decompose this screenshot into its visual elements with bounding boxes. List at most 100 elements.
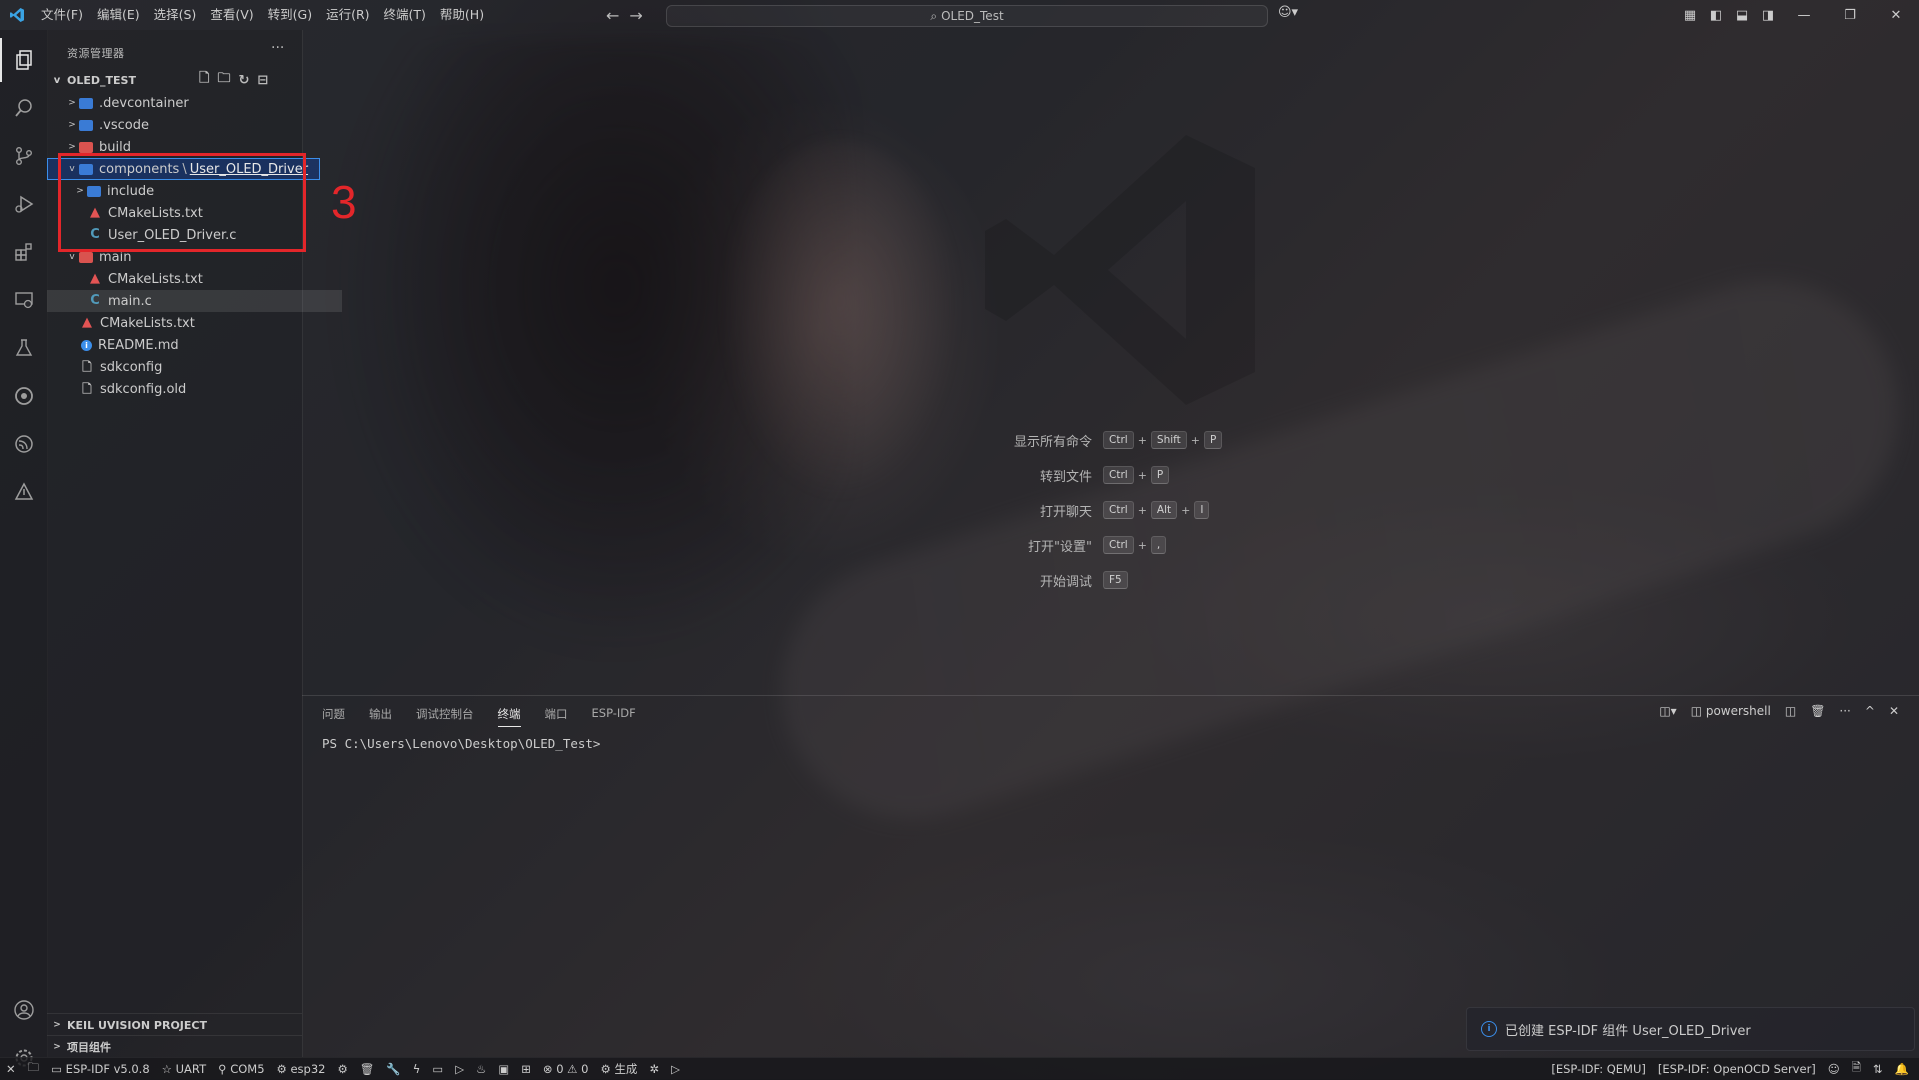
shortcut-show-all-commands[interactable]: 显示所有命令 Ctrl + Shift + P bbox=[960, 429, 1360, 451]
menu-view[interactable]: 查看(V) bbox=[203, 0, 260, 30]
sync-icon[interactable]: ⇅ bbox=[1867, 1062, 1889, 1076]
collapse-all-icon[interactable]: ⊟ bbox=[257, 73, 268, 88]
remote-explorer-icon[interactable] bbox=[0, 278, 47, 322]
problems-counter[interactable]: ⊗ 0 ⚠ 0 bbox=[537, 1062, 595, 1076]
keil-section-header[interactable]: > KEIL UVISION PROJECT bbox=[47, 1013, 302, 1036]
settings-icon[interactable]: ✲ bbox=[643, 1062, 665, 1076]
menu-run[interactable]: 运行(R) bbox=[319, 0, 376, 30]
menu-terminal[interactable]: 终端(T) bbox=[377, 0, 433, 30]
panel-toolbar: ◫▾ ◫ powershell ◫ 🗑 ··· ^ ✕ bbox=[1659, 704, 1899, 718]
file-status-icon[interactable]: 🗎 bbox=[1846, 1060, 1867, 1079]
build-task[interactable]: ⚙ 生成 bbox=[594, 1061, 643, 1077]
notification-toast[interactable]: i 已创建 ESP-IDF 组件 User_OLED_Driver bbox=[1466, 1007, 1915, 1051]
toggle-secondary-sidebar-icon[interactable]: ◨ bbox=[1755, 8, 1781, 23]
terminal-icon[interactable]: ▣ bbox=[492, 1062, 515, 1076]
tab-esp-idf[interactable]: ESP-IDF bbox=[592, 706, 636, 727]
run-icon[interactable]: ▷ bbox=[665, 1062, 686, 1076]
tab-debug-console[interactable]: 调试控制台 bbox=[416, 706, 474, 727]
menu-go[interactable]: 转到(G) bbox=[261, 0, 319, 30]
shortcut-start-debugging[interactable]: 开始调试 F5 bbox=[960, 569, 1360, 591]
chevron-down-icon: v bbox=[69, 252, 75, 262]
search-icon[interactable] bbox=[0, 86, 47, 130]
folder-icon bbox=[79, 141, 93, 153]
serial-port[interactable]: ⚲ COM5 bbox=[212, 1062, 270, 1076]
back-arrow-icon[interactable]: ← bbox=[606, 6, 619, 25]
menu-edit[interactable]: 编辑(E) bbox=[90, 0, 147, 30]
run-debug-icon[interactable] bbox=[0, 182, 47, 226]
flash-icon[interactable]: ϟ bbox=[407, 1062, 427, 1076]
qemu-status[interactable]: [ESP-IDF: QEMU] bbox=[1545, 1062, 1652, 1076]
tree-label: CMakeLists.txt bbox=[100, 315, 195, 331]
full-clean-icon[interactable]: 🗑 bbox=[354, 1062, 381, 1076]
forward-arrow-icon[interactable]: → bbox=[629, 6, 642, 25]
accounts-icon[interactable] bbox=[0, 988, 47, 1032]
restore-icon[interactable]: ❐ bbox=[1827, 8, 1873, 23]
more-actions-icon[interactable]: ··· bbox=[1839, 704, 1850, 718]
build-flash-monitor-icon[interactable]: ♨ bbox=[470, 1062, 492, 1076]
customize-layout-icon[interactable]: ▦ bbox=[1677, 8, 1703, 23]
project-section-header[interactable]: v OLED_TEST 🗋 🗀 ↻ ⊟ bbox=[47, 69, 302, 91]
tab-problems[interactable]: 问题 bbox=[322, 706, 345, 727]
more-actions-icon[interactable]: ··· bbox=[271, 40, 284, 56]
copilot-icon[interactable]: ☺▾ bbox=[1278, 5, 1298, 20]
tree-file-main-c[interactable]: C main.c bbox=[47, 290, 342, 312]
close-panel-icon[interactable]: ✕ bbox=[1889, 704, 1899, 718]
menu-help[interactable]: 帮助(H) bbox=[433, 0, 491, 30]
copilot-status-icon[interactable]: ☺ bbox=[1822, 1062, 1846, 1076]
sdk-config-icon[interactable]: ⚙ bbox=[331, 1062, 353, 1076]
target-device[interactable]: ⚙ esp32 bbox=[271, 1062, 332, 1076]
menu-selection[interactable]: 选择(S) bbox=[147, 0, 204, 30]
panel-tabs: 问题 输出 调试控制台 终端 端口 ESP-IDF bbox=[322, 706, 660, 727]
openocd-status[interactable]: [ESP-IDF: OpenOCD Server] bbox=[1652, 1062, 1822, 1076]
tab-ports[interactable]: 端口 bbox=[545, 706, 568, 727]
tree-file-cmakelists-main[interactable]: ▲ CMakeLists.txt bbox=[47, 268, 342, 290]
command-center-label: OLED_Test bbox=[941, 9, 1004, 23]
build-icon[interactable]: 🔧 bbox=[380, 1062, 406, 1076]
remote-indicator-icon[interactable]: ✕ bbox=[0, 1062, 22, 1076]
tree-folder-vscode[interactable]: > .vscode bbox=[47, 114, 320, 136]
split-terminal-icon[interactable]: ◫ bbox=[1785, 704, 1796, 718]
close-icon[interactable]: ✕ bbox=[1873, 8, 1919, 23]
kill-terminal-icon[interactable]: 🗑 bbox=[1810, 704, 1825, 718]
shortcut-open-chat[interactable]: 打开聊天 Ctrl + Alt + I bbox=[960, 499, 1360, 521]
platformio-icon[interactable] bbox=[0, 374, 47, 418]
new-folder-icon[interactable]: 🗀 bbox=[217, 69, 230, 91]
command-center-search[interactable]: ⌕ OLED_Test bbox=[666, 5, 1268, 27]
custom-task-icon[interactable]: ⊞ bbox=[515, 1062, 537, 1076]
testing-icon[interactable] bbox=[0, 326, 47, 370]
terminal-shell-selector[interactable]: ◫ powershell bbox=[1691, 704, 1771, 718]
toggle-panel-icon[interactable]: ⬓ bbox=[1729, 8, 1755, 23]
shortcut-go-to-file[interactable]: 转到文件 Ctrl + P bbox=[960, 464, 1360, 486]
extensions-icon[interactable] bbox=[0, 230, 47, 274]
source-control-icon[interactable] bbox=[0, 134, 47, 178]
new-terminal-dropdown-icon[interactable]: ◫▾ bbox=[1659, 704, 1676, 718]
espressif-icon[interactable] bbox=[0, 422, 47, 466]
minimize-icon[interactable]: — bbox=[1781, 8, 1827, 23]
menu-file[interactable]: 文件(F) bbox=[34, 0, 90, 30]
tree-file-readme[interactable]: i README.md bbox=[47, 334, 336, 356]
maximize-panel-icon[interactable]: ^ bbox=[1865, 704, 1875, 718]
folder-icon[interactable]: 🗀 bbox=[22, 1060, 46, 1079]
tree-file-sdkconfig-old[interactable]: 🗋 sdkconfig.old bbox=[47, 378, 334, 400]
toggle-sidebar-icon[interactable]: ◧ bbox=[1703, 8, 1729, 23]
refresh-icon[interactable]: ↻ bbox=[238, 73, 249, 88]
new-file-icon[interactable]: 🗋 bbox=[199, 69, 209, 91]
monitor-icon[interactable]: ▭ bbox=[426, 1062, 449, 1076]
tree-file-sdkconfig[interactable]: 🗋 sdkconfig bbox=[47, 356, 334, 378]
shortcut-open-settings[interactable]: 打开"设置" Ctrl + , bbox=[960, 534, 1360, 556]
tab-terminal[interactable]: 终端 bbox=[497, 706, 521, 727]
explorer-title: 资源管理器 bbox=[67, 47, 125, 60]
tree-folder-devcontainer[interactable]: > .devcontainer bbox=[47, 92, 320, 114]
tab-output[interactable]: 输出 bbox=[369, 706, 392, 727]
folder-icon bbox=[79, 119, 93, 131]
terminal-prompt[interactable]: PS C:\Users\Lenovo\Desktop\OLED_Test> bbox=[322, 736, 600, 751]
project-components-section-header[interactable]: > 项目组件 bbox=[47, 1035, 302, 1058]
explorer-icon[interactable] bbox=[0, 38, 47, 82]
debug-icon[interactable]: ▷ bbox=[449, 1062, 470, 1076]
explorer-toolbar: 🗋 🗀 ↻ ⊟ bbox=[199, 69, 268, 91]
keil-icon[interactable] bbox=[0, 470, 47, 514]
idf-version[interactable]: ▭ ESP-IDF v5.0.8 bbox=[45, 1062, 156, 1076]
notifications-bell-icon[interactable]: 🔔 bbox=[1889, 1062, 1915, 1076]
uart-flash-method[interactable]: ☆ UART bbox=[156, 1062, 212, 1076]
tree-file-cmakelists-root[interactable]: ▲ CMakeLists.txt bbox=[47, 312, 334, 334]
